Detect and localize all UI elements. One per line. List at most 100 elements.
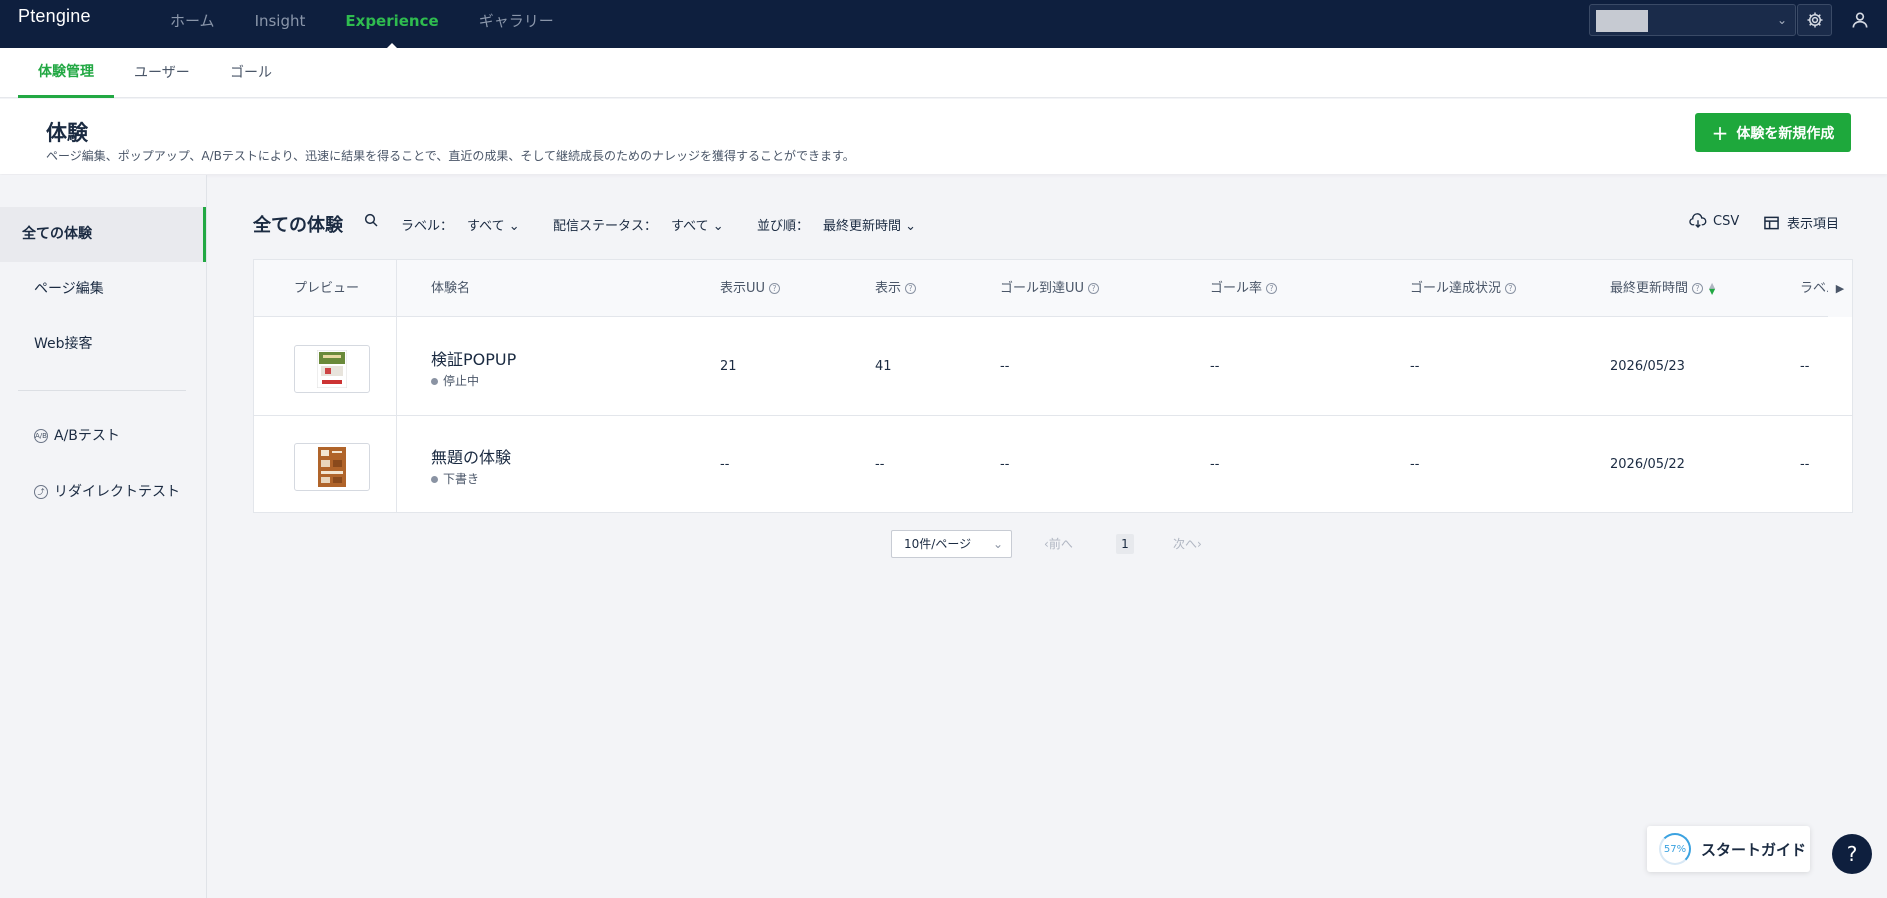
help-circle-icon[interactable]: ? xyxy=(1088,283,1100,294)
col-header-uu-label: 表示UU xyxy=(720,281,766,296)
sidebar-item-redirect-test[interactable]: ⤴ リダイレクトテスト xyxy=(0,465,206,520)
nav-insight[interactable]: Insight xyxy=(235,0,326,48)
experience-table: プレビュー 体験名 表示UU? 表示? ゴール到達UU? ゴール率? ゴール達成… xyxy=(253,259,1853,513)
settings-button[interactable] xyxy=(1797,4,1832,36)
experience-name-link[interactable]: 検証POPUP xyxy=(431,346,516,370)
help-circle-icon[interactable]: ? xyxy=(1266,283,1278,294)
sidebar-item-all[interactable]: 全ての体験 xyxy=(0,207,206,262)
help-circle-icon[interactable]: ? xyxy=(905,283,917,294)
nav-experience[interactable]: Experience xyxy=(325,0,458,48)
experience-status: 下書き xyxy=(431,470,479,487)
experience-name-link[interactable]: 無題の体験 xyxy=(431,444,511,468)
help-circle-icon[interactable]: ? xyxy=(1505,283,1517,294)
chevron-right-icon: › xyxy=(1197,537,1202,551)
start-guide-widget[interactable]: 57% スタートガイド xyxy=(1647,826,1810,872)
tab-goals[interactable]: ゴール xyxy=(230,48,272,98)
table-row[interactable]: 検証POPUP 停止中 21 41 -- -- -- 2026/05/23 -- xyxy=(254,318,1852,416)
search-button[interactable] xyxy=(363,212,379,232)
sidebar-item-ab-test[interactable]: A/B A/Bテスト xyxy=(0,409,206,464)
cell-goal-rate: -- xyxy=(1210,359,1220,374)
csv-download-button[interactable]: CSV xyxy=(1689,213,1739,229)
sidebar-item-page-edit[interactable]: ページ編集 xyxy=(0,262,206,317)
col-header-views[interactable]: 表示? xyxy=(875,260,917,317)
next-page-button[interactable]: 次へ› xyxy=(1173,530,1202,558)
prev-page-label: 前へ xyxy=(1048,537,1073,551)
cell-goal-status: -- xyxy=(1410,457,1420,472)
label-filter-value: すべて xyxy=(467,219,505,234)
page-number-current[interactable]: 1 xyxy=(1116,534,1134,554)
sidebar: 全ての体験 ページ編集 Web接客 A/B A/Bテスト ⤴ リダイレクトテスト xyxy=(0,175,207,898)
cell-views: -- xyxy=(875,457,885,472)
nav-gallery[interactable]: ギャラリー xyxy=(459,0,574,48)
cell-goal-uu: -- xyxy=(1000,457,1010,472)
page-size-value: 10件/ページ xyxy=(904,537,972,551)
help-circle-icon[interactable]: ? xyxy=(769,283,781,294)
experience-preview-thumbnail[interactable] xyxy=(294,443,370,491)
cell-label: -- xyxy=(1800,457,1810,472)
sidebar-item-redirect-test-label: リダイレクトテスト xyxy=(54,484,180,500)
prev-page-button[interactable]: ‹前へ xyxy=(1044,530,1073,558)
start-guide-label: スタートガイド xyxy=(1701,840,1807,859)
label-filter[interactable]: ラベル： すべて ⌄ xyxy=(401,215,520,234)
sub-tab-bar: 体験管理 ユーザー ゴール xyxy=(0,48,1887,98)
redirect-icon: ⤴ xyxy=(34,485,48,499)
status-filter-value: すべて xyxy=(671,219,709,234)
col-header-label: ラベル xyxy=(1800,281,1828,296)
experience-status-label: 下書き xyxy=(443,472,480,486)
chevron-down-icon: ⌄ xyxy=(901,219,917,234)
cell-goal-rate: -- xyxy=(1210,457,1220,472)
col-header-updated-label: 最終更新時間 xyxy=(1610,281,1689,296)
tab-experience-management[interactable]: 体験管理 xyxy=(18,48,114,98)
create-experience-button[interactable]: + 体験を新規作成 xyxy=(1695,113,1851,152)
cloud-download-icon xyxy=(1689,213,1707,228)
col-header-goal-uu[interactable]: ゴール到達UU? xyxy=(1000,260,1100,317)
label-filter-label: ラベル： xyxy=(401,219,454,234)
chevron-down-icon: ⌄ xyxy=(1776,13,1787,27)
cell-views: 41 xyxy=(875,359,892,374)
page-size-select[interactable]: 10件/ページ ⌄ xyxy=(891,530,1012,558)
caret-right-icon: ▶ xyxy=(1835,282,1845,295)
search-icon xyxy=(364,213,378,227)
cell-updated: 2026/05/23 xyxy=(1610,359,1685,374)
status-dot xyxy=(431,378,438,385)
status-filter[interactable]: 配信ステータス： すべて ⌄ xyxy=(553,215,724,234)
experience-status-label: 停止中 xyxy=(443,374,480,388)
chevron-down-icon: ⌄ xyxy=(708,219,724,234)
col-header-updated[interactable]: 最終更新時間? ▲ ▼ xyxy=(1610,260,1715,317)
gear-icon xyxy=(1807,12,1822,28)
sort-label: 並び順： xyxy=(757,219,810,234)
list-title: 全ての体験 xyxy=(253,215,343,236)
col-header-name: 体験名 xyxy=(431,281,471,296)
user-menu-button[interactable] xyxy=(1846,6,1874,34)
sidebar-item-ab-test-label: A/Bテスト xyxy=(54,428,120,444)
tab-users[interactable]: ユーザー xyxy=(134,48,190,98)
scroll-right-button[interactable]: ▶ xyxy=(1828,260,1852,317)
nav-home[interactable]: ホーム xyxy=(150,0,235,48)
site-selector[interactable]: ⌄ xyxy=(1589,4,1796,36)
top-nav-bar: Ptengine ホーム Insight Experience ギャラリー ⌄ xyxy=(0,0,1887,48)
experience-preview-thumbnail[interactable] xyxy=(294,345,370,393)
sidebar-item-web-service[interactable]: Web接客 xyxy=(0,317,206,372)
plus-icon: + xyxy=(1711,120,1729,145)
page-preview-image xyxy=(318,447,346,487)
cell-label: -- xyxy=(1800,359,1810,374)
col-header-uu[interactable]: 表示UU? xyxy=(720,260,781,317)
table-row[interactable]: 無題の体験 下書き -- -- -- -- -- 2026/05/22 -- xyxy=(254,416,1852,514)
help-circle-icon[interactable]: ? xyxy=(1692,283,1704,294)
progress-ring: 57% xyxy=(1659,833,1691,865)
column-settings-button[interactable]: 表示項目 xyxy=(1764,213,1839,232)
page-header: 体験 ページ編集、ポップアップ、A/Bテストにより、迅速に結果を得ることで、直近… xyxy=(0,99,1887,174)
chevron-down-icon: ⌄ xyxy=(992,537,1003,551)
pagination: 10件/ページ ⌄ ‹前へ 1 次へ› xyxy=(207,530,1887,558)
col-header-goal-status[interactable]: ゴール達成状況? xyxy=(1410,260,1517,317)
site-name-redacted xyxy=(1596,10,1648,32)
main-content: 全ての体験 ラベル： すべて ⌄ 配信ステータス： すべて ⌄ 並び順： 最終更新時間… xyxy=(207,175,1887,898)
help-button[interactable]: ? xyxy=(1832,834,1872,874)
csv-label: CSV xyxy=(1713,213,1740,229)
next-page-label: 次へ xyxy=(1173,537,1198,551)
sort-desc-icon[interactable]: ▲ ▼ xyxy=(1709,281,1715,295)
sort-selector[interactable]: 並び順： 最終更新時間 ⌄ xyxy=(757,215,916,234)
ptengine-logo[interactable]: Ptengine xyxy=(18,6,91,27)
col-header-goal-rate-label: ゴール率 xyxy=(1210,281,1263,296)
col-header-goal-rate[interactable]: ゴール率? xyxy=(1210,260,1278,317)
